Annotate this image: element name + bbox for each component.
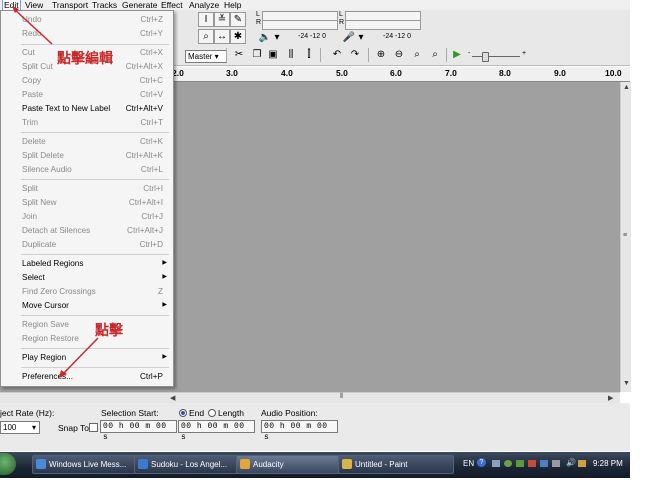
- annotation-arrows: [12, 6, 99, 378]
- annotation-arrow-preferences: [61, 337, 99, 376]
- annotation-click-edit: 點擊編輯: [57, 51, 113, 67]
- annotation-arrow-edit: [13, 8, 53, 45]
- annotation-click: 點擊: [95, 323, 123, 339]
